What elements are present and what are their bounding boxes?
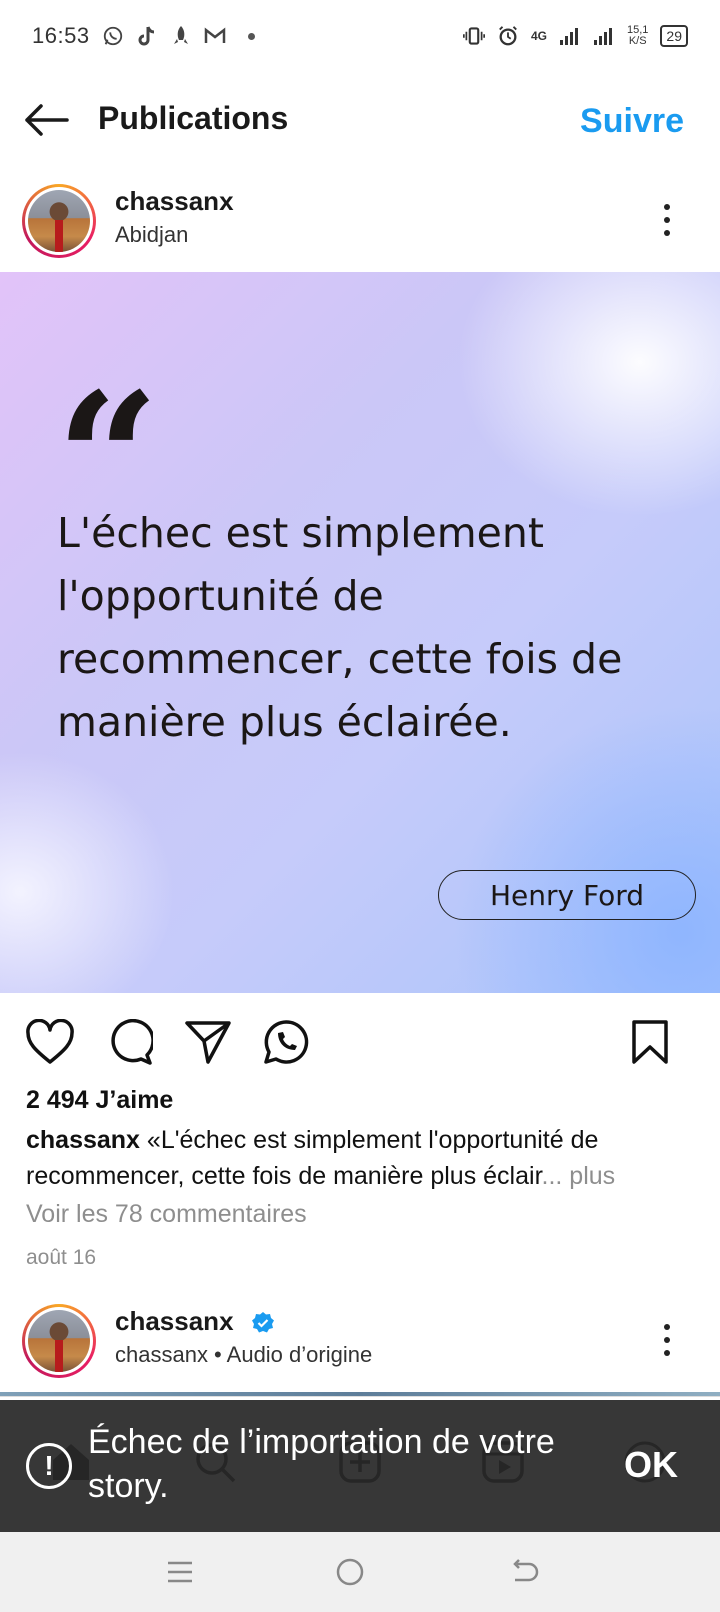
status-bar-right: 4G 15,1 K/S 29: [462, 25, 688, 47]
rocket-icon: [170, 25, 192, 47]
quote-author-label: Henry Ford: [489, 878, 645, 912]
more-options-button[interactable]: [652, 1318, 682, 1362]
app-header: Publications Suivre: [0, 80, 720, 160]
dot-icon: [664, 204, 670, 210]
send-icon: [185, 1021, 231, 1064]
more-options-button[interactable]: [652, 198, 682, 242]
battery-indicator: 29: [660, 25, 688, 47]
quote-author: Henry Ford: [438, 870, 696, 920]
likes-count[interactable]: 2 494 J’aime: [26, 1086, 173, 1115]
caption-more-link[interactable]: ... plus: [542, 1162, 616, 1190]
verified-badge-icon: [251, 1312, 274, 1333]
dot-icon: [664, 230, 670, 236]
bookmark-icon: [632, 1020, 668, 1064]
heart-icon: [26, 1019, 74, 1064]
comment-icon: [111, 1019, 153, 1065]
post-image[interactable]: “ L'échec est simplement l'opportunité d…: [0, 272, 720, 993]
network-type: 4G: [530, 29, 547, 43]
post-location[interactable]: Abidjan: [115, 222, 188, 248]
next-post-username-label: chassanx: [115, 1306, 234, 1336]
recent-apps-button[interactable]: [160, 1552, 200, 1592]
alert-icon-glyph: !: [44, 1450, 54, 1481]
menu-icon: [168, 1561, 192, 1583]
post-actions: [0, 1010, 720, 1074]
dot-icon: [664, 1350, 670, 1356]
post-date: août 16: [26, 1246, 97, 1269]
save-button[interactable]: [622, 1014, 678, 1070]
gmail-icon: [204, 25, 226, 47]
dot-icon: [664, 217, 670, 223]
next-post-audio[interactable]: chassanx • Audio d’origine: [115, 1342, 372, 1368]
quote-mark: “: [56, 354, 160, 565]
comment-button[interactable]: [102, 1014, 158, 1070]
dot-icon: [664, 1324, 670, 1330]
post-username[interactable]: chassanx: [115, 186, 234, 217]
alarm-icon: [497, 25, 519, 47]
avatar[interactable]: [22, 1304, 96, 1378]
tiktok-icon: [136, 25, 158, 47]
system-navigation-bar: [0, 1532, 720, 1612]
back-system-button[interactable]: [504, 1552, 544, 1592]
next-post-header: chassanx chassanx • Audio d’origine: [0, 1296, 720, 1392]
circle-icon: [336, 1558, 364, 1586]
back-button[interactable]: [22, 98, 70, 142]
more-notifications-dot: [247, 32, 255, 40]
toast-message: Échec de l’importation de votre story.: [88, 1423, 555, 1505]
status-time: 16:53: [32, 23, 90, 48]
share-button[interactable]: [180, 1014, 236, 1070]
arrow-left-icon: [25, 104, 69, 136]
speed-unit: K/S: [628, 35, 647, 47]
error-toast: ! Échec de l’importation de votre story.…: [0, 1400, 720, 1532]
post-header: chassanx Abidjan: [0, 176, 720, 272]
network-speed: 15,1 K/S: [627, 25, 648, 47]
whatsapp-icon: [102, 25, 124, 47]
caption-username[interactable]: chassanx: [26, 1126, 140, 1154]
follow-button[interactable]: Suivre: [580, 102, 684, 141]
dot-icon: [664, 1337, 670, 1343]
signal-icon: [559, 25, 581, 47]
status-bar: 16:53 4G 15,1 K/S 29: [0, 0, 720, 72]
whatsapp-icon: [264, 1020, 309, 1064]
toast-ok-button[interactable]: OK: [624, 1444, 678, 1486]
page-title: Publications: [98, 100, 289, 136]
alert-icon: !: [26, 1443, 72, 1489]
status-bar-left: 16:53: [32, 23, 255, 49]
vibrate-icon: [462, 25, 485, 47]
quote-text: L'échec est simplement l'opportunité de …: [57, 509, 623, 746]
home-button[interactable]: [330, 1552, 370, 1592]
avatar[interactable]: [22, 184, 96, 258]
post-caption: chassanx «L'échec est simplement l'oppor…: [26, 1122, 706, 1194]
battery-level: 29: [666, 28, 682, 44]
view-comments-link[interactable]: Voir les 78 commentaires: [26, 1200, 307, 1229]
next-post-username[interactable]: chassanx: [115, 1306, 275, 1337]
like-button[interactable]: [22, 1014, 78, 1070]
signal-icon-2: [593, 25, 615, 47]
back-arrow-icon: [513, 1559, 539, 1582]
whatsapp-share-button[interactable]: [258, 1014, 314, 1070]
